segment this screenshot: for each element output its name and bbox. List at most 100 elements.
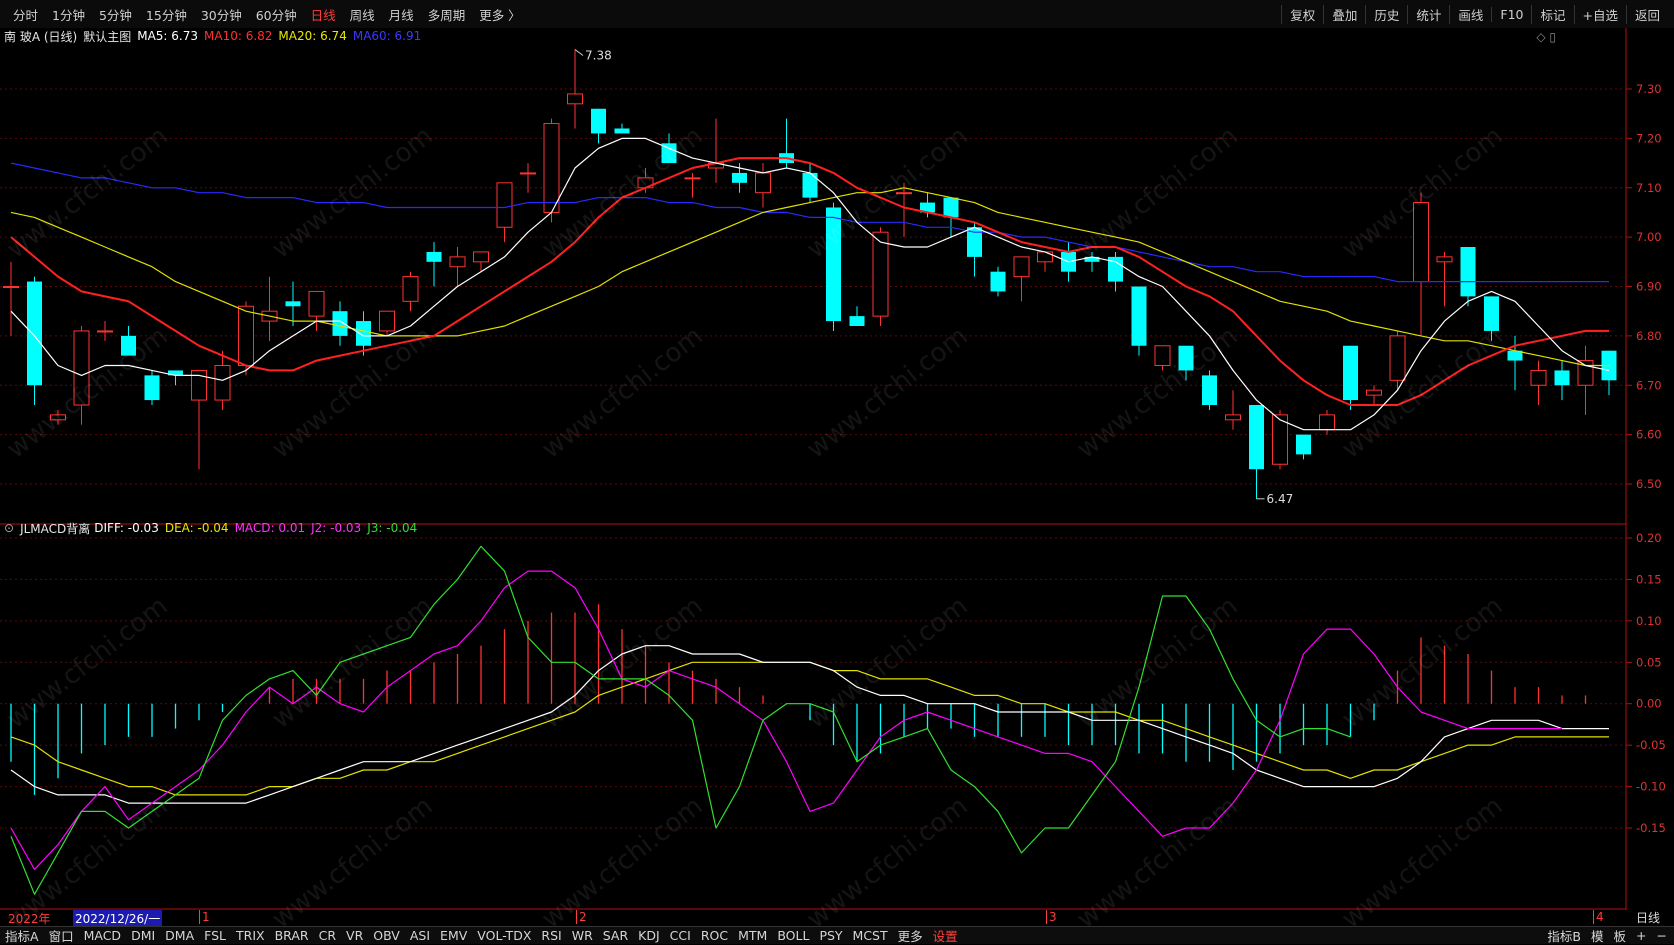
candle-body-up [543, 123, 560, 213]
indicator-tab-23[interactable]: MCST [848, 928, 893, 943]
price-tick-label: 7.10 [1636, 181, 1662, 195]
candle-body-down [144, 375, 160, 401]
period-tab-10[interactable]: 更多 〉 [472, 5, 527, 24]
panel-control-icons[interactable]: ◇ ▯ [1536, 30, 1556, 44]
period-tab-7[interactable]: 周线 [343, 5, 382, 24]
indicator-tab-20[interactable]: MTM [733, 928, 772, 943]
period-tab-5[interactable]: 60分钟 [249, 5, 304, 24]
candle-body-down [990, 271, 1006, 292]
tool-button-3[interactable]: 统计 [1407, 4, 1449, 24]
year-label: 2022年 [8, 912, 51, 926]
indicator-tab-14[interactable]: RSI [536, 928, 566, 943]
macd-tick-label: 0.15 [1636, 572, 1662, 586]
candle-body-down [1484, 296, 1499, 331]
period-tab-2[interactable]: 5分钟 [92, 5, 139, 24]
indicator-b-control-4[interactable]: − [1652, 928, 1672, 943]
indicator-info-row: ⊙ JLMACD背离 DIFF: -0.03 DEA: -0.04 MACD: … [4, 519, 423, 537]
main-info-row: 南 玻A (日线) 默认主图 MA5: 6.73 MA10: 6.82 MA20… [4, 27, 427, 45]
candle-body-up [73, 330, 90, 406]
candle-body-up [755, 172, 771, 194]
candle-body-down [332, 311, 348, 336]
indicator-tab-6[interactable]: TRIX [231, 928, 270, 943]
period-tab-3[interactable]: 15分钟 [139, 5, 194, 24]
indicator-tab-24[interactable]: 更多 [893, 926, 928, 945]
candle [1272, 409, 1288, 470]
indicator-tab-19[interactable]: ROC [696, 928, 733, 943]
tool-button-1[interactable]: 叠加 [1323, 4, 1365, 24]
candle-body-down [1460, 247, 1476, 297]
indicator-tab-12[interactable]: EMV [435, 928, 472, 943]
price-tick-label: 7.30 [1636, 82, 1662, 96]
period-tabs: 分时 1分钟 5分钟 15分钟 30分钟 60分钟 日线 周线 月线 多周期 更多 〉 [6, 0, 528, 28]
tool-button-8[interactable]: 返回 [1625, 4, 1668, 24]
price-tick-label: 6.70 [1636, 378, 1662, 392]
price-tick-label: 6.60 [1636, 428, 1662, 442]
period-tab-9[interactable]: 多周期 [421, 5, 473, 24]
indicator-tab-11[interactable]: ASI [405, 928, 435, 943]
tool-button-4[interactable]: 画线 [1449, 4, 1491, 24]
candle-body-up [449, 256, 466, 268]
indicator-tab-22[interactable]: PSY [814, 928, 847, 943]
indicator-tab-9[interactable]: VR [341, 928, 368, 943]
candle-body-down [121, 335, 136, 356]
candle [543, 118, 560, 223]
indicator-tab-17[interactable]: KDJ [633, 928, 665, 943]
indicator-tab-7[interactable]: BRAR [270, 928, 314, 943]
stock-title[interactable]: 南 玻A (日线) [4, 28, 77, 45]
indicator-tab-10[interactable]: OBV [368, 928, 405, 943]
indicator-tab-13[interactable]: VOL-TDX [472, 928, 536, 943]
indicator-tab-1[interactable]: 窗口 [44, 926, 79, 945]
indicator-b-control-3[interactable]: + [1631, 928, 1651, 943]
indicator-tab-18[interactable]: CCI [665, 928, 696, 943]
period-toolbar: 分时 1分钟 5分钟 15分钟 30分钟 60分钟 日线 周线 月线 多周期 更多 〉 复权 叠加 历史… [0, 0, 1674, 29]
indicator-tab-21[interactable]: BOLL [772, 928, 814, 943]
month-3-label: 3 [1046, 910, 1057, 924]
indicator-tab-4[interactable]: DMA [160, 928, 199, 943]
indicator-name[interactable]: JLMACD背离 [20, 520, 90, 537]
indicator-tab-15[interactable]: WR [567, 928, 598, 943]
tool-button-0[interactable]: 复权 [1281, 4, 1323, 24]
period-tab-8[interactable]: 月线 [382, 5, 421, 24]
candle-body-up [3, 286, 19, 288]
indicator-tab-0[interactable]: 指标A [0, 926, 44, 945]
tool-button-6[interactable]: 标记 [1531, 4, 1573, 24]
indicator-tab-25[interactable]: 设置 [928, 926, 963, 945]
candle-body-up [473, 251, 489, 263]
indicator-toggle-icon[interactable]: ⊙ [4, 521, 14, 535]
candle-body-down [591, 108, 606, 134]
candle-body-down [943, 197, 959, 218]
candle-body-down [849, 316, 865, 326]
candle-body-up [567, 93, 583, 105]
kline-chart[interactable]: 7.30 7.20 7.10 7.00 6.90 6.80 6.70 6.60 6.50 0.2… [0, 28, 1674, 910]
indicator-b-control-0[interactable]: 指标B [1542, 926, 1586, 945]
indicator-tab-5[interactable]: FSL [199, 928, 231, 943]
indicator-b-control-1[interactable]: 模 [1586, 926, 1609, 945]
candle-body-up [496, 182, 513, 228]
candle-body-up [684, 177, 701, 180]
candle-body-down [1554, 370, 1570, 386]
candle-body-up [1154, 345, 1171, 366]
indicator-b-control-2[interactable]: 板 [1609, 926, 1632, 945]
tool-buttons: 复权 叠加 历史 统计 画线 F10 标记 +自选 返回 [1281, 0, 1668, 28]
candle-body-up [50, 414, 66, 421]
candle-body-up [520, 172, 536, 175]
period-tab-1[interactable]: 1分钟 [45, 5, 92, 24]
tool-button-7[interactable]: +自选 [1573, 4, 1626, 24]
tool-button-2[interactable]: 历史 [1365, 4, 1407, 24]
period-tab-4[interactable]: 30分钟 [194, 5, 249, 24]
period-tab-0[interactable]: 分时 [6, 5, 45, 24]
period-tab-6[interactable]: 日线 [304, 5, 343, 24]
indicator-tab-16[interactable]: SAR [598, 928, 633, 943]
j3-value: J3: -0.04 [367, 521, 418, 535]
indicator-tab-8[interactable]: CR [314, 928, 341, 943]
template-label[interactable]: 默认主图 [83, 28, 131, 45]
price-tick-label: 7.20 [1636, 131, 1662, 145]
candle-body-down [1249, 405, 1264, 470]
indicator-tab-3[interactable]: DMI [126, 928, 160, 943]
cursor-date-label: 2022/12/26/一 [73, 910, 163, 927]
indicator-tab-2[interactable]: MACD [79, 928, 126, 943]
tool-button-5[interactable]: F10 [1491, 6, 1531, 22]
period-mode-label[interactable]: 日线 [1636, 909, 1660, 926]
macd-value: MACD: 0.01 [234, 521, 306, 535]
month-4-label: 4 [1593, 910, 1604, 924]
